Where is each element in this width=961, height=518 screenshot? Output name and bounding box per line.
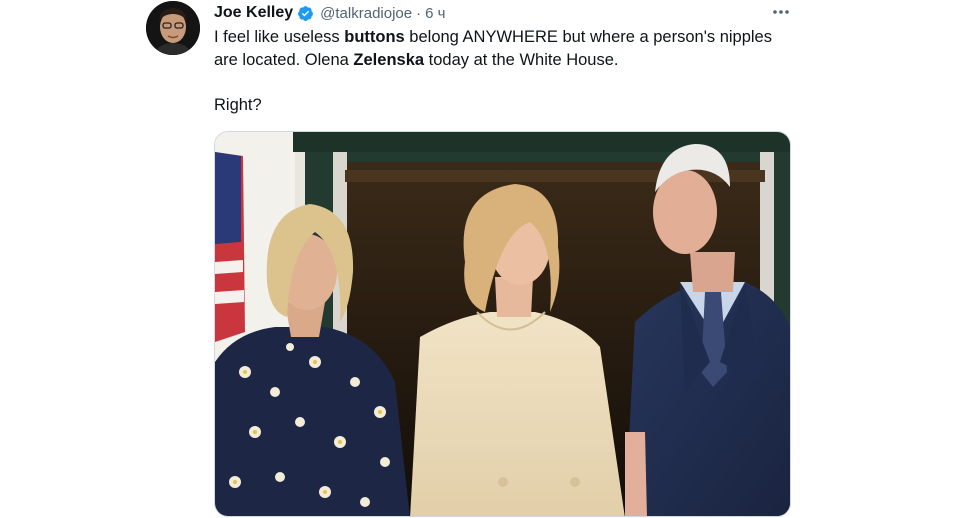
tweet-text-line-3: Right? [214,96,262,114]
header-separator: · [416,4,422,22]
tweet-timestamp[interactable]: 6 ч [425,5,445,22]
more-options-icon[interactable] [768,2,794,22]
tweet-text: I feel like useless buttons belong ANYWH… [214,26,804,117]
text-segment: are located. Olena [214,51,354,69]
tweet-text-line-1: I feel like useless buttons belong ANYWH… [214,26,804,49]
author-avatar[interactable] [146,1,200,55]
tweet-text-line-2: are located. Olena Zelenska today at the… [214,49,804,72]
text-bold-segment: Zelenska [353,51,425,69]
tweet[interactable]: Joe Kelley @talkradiojoe · 6 ч I feel li… [0,0,961,518]
tweet-photo[interactable] [214,131,791,517]
author-name[interactable]: Joe Kelley [214,4,293,22]
tweet-header: Joe Kelley @talkradiojoe · 6 ч [214,3,445,23]
avatar-image [146,1,200,55]
author-handle[interactable]: @talkradiojoe [320,5,412,22]
text-segment: belong ANYWHERE but where a person's nip… [404,28,772,46]
text-segment: I feel like useless [214,28,345,46]
verified-badge-icon [297,5,314,22]
text-bold-segment: buttons [344,28,405,46]
photo-illustration [215,132,790,516]
text-segment: today at the White House. [424,51,619,69]
